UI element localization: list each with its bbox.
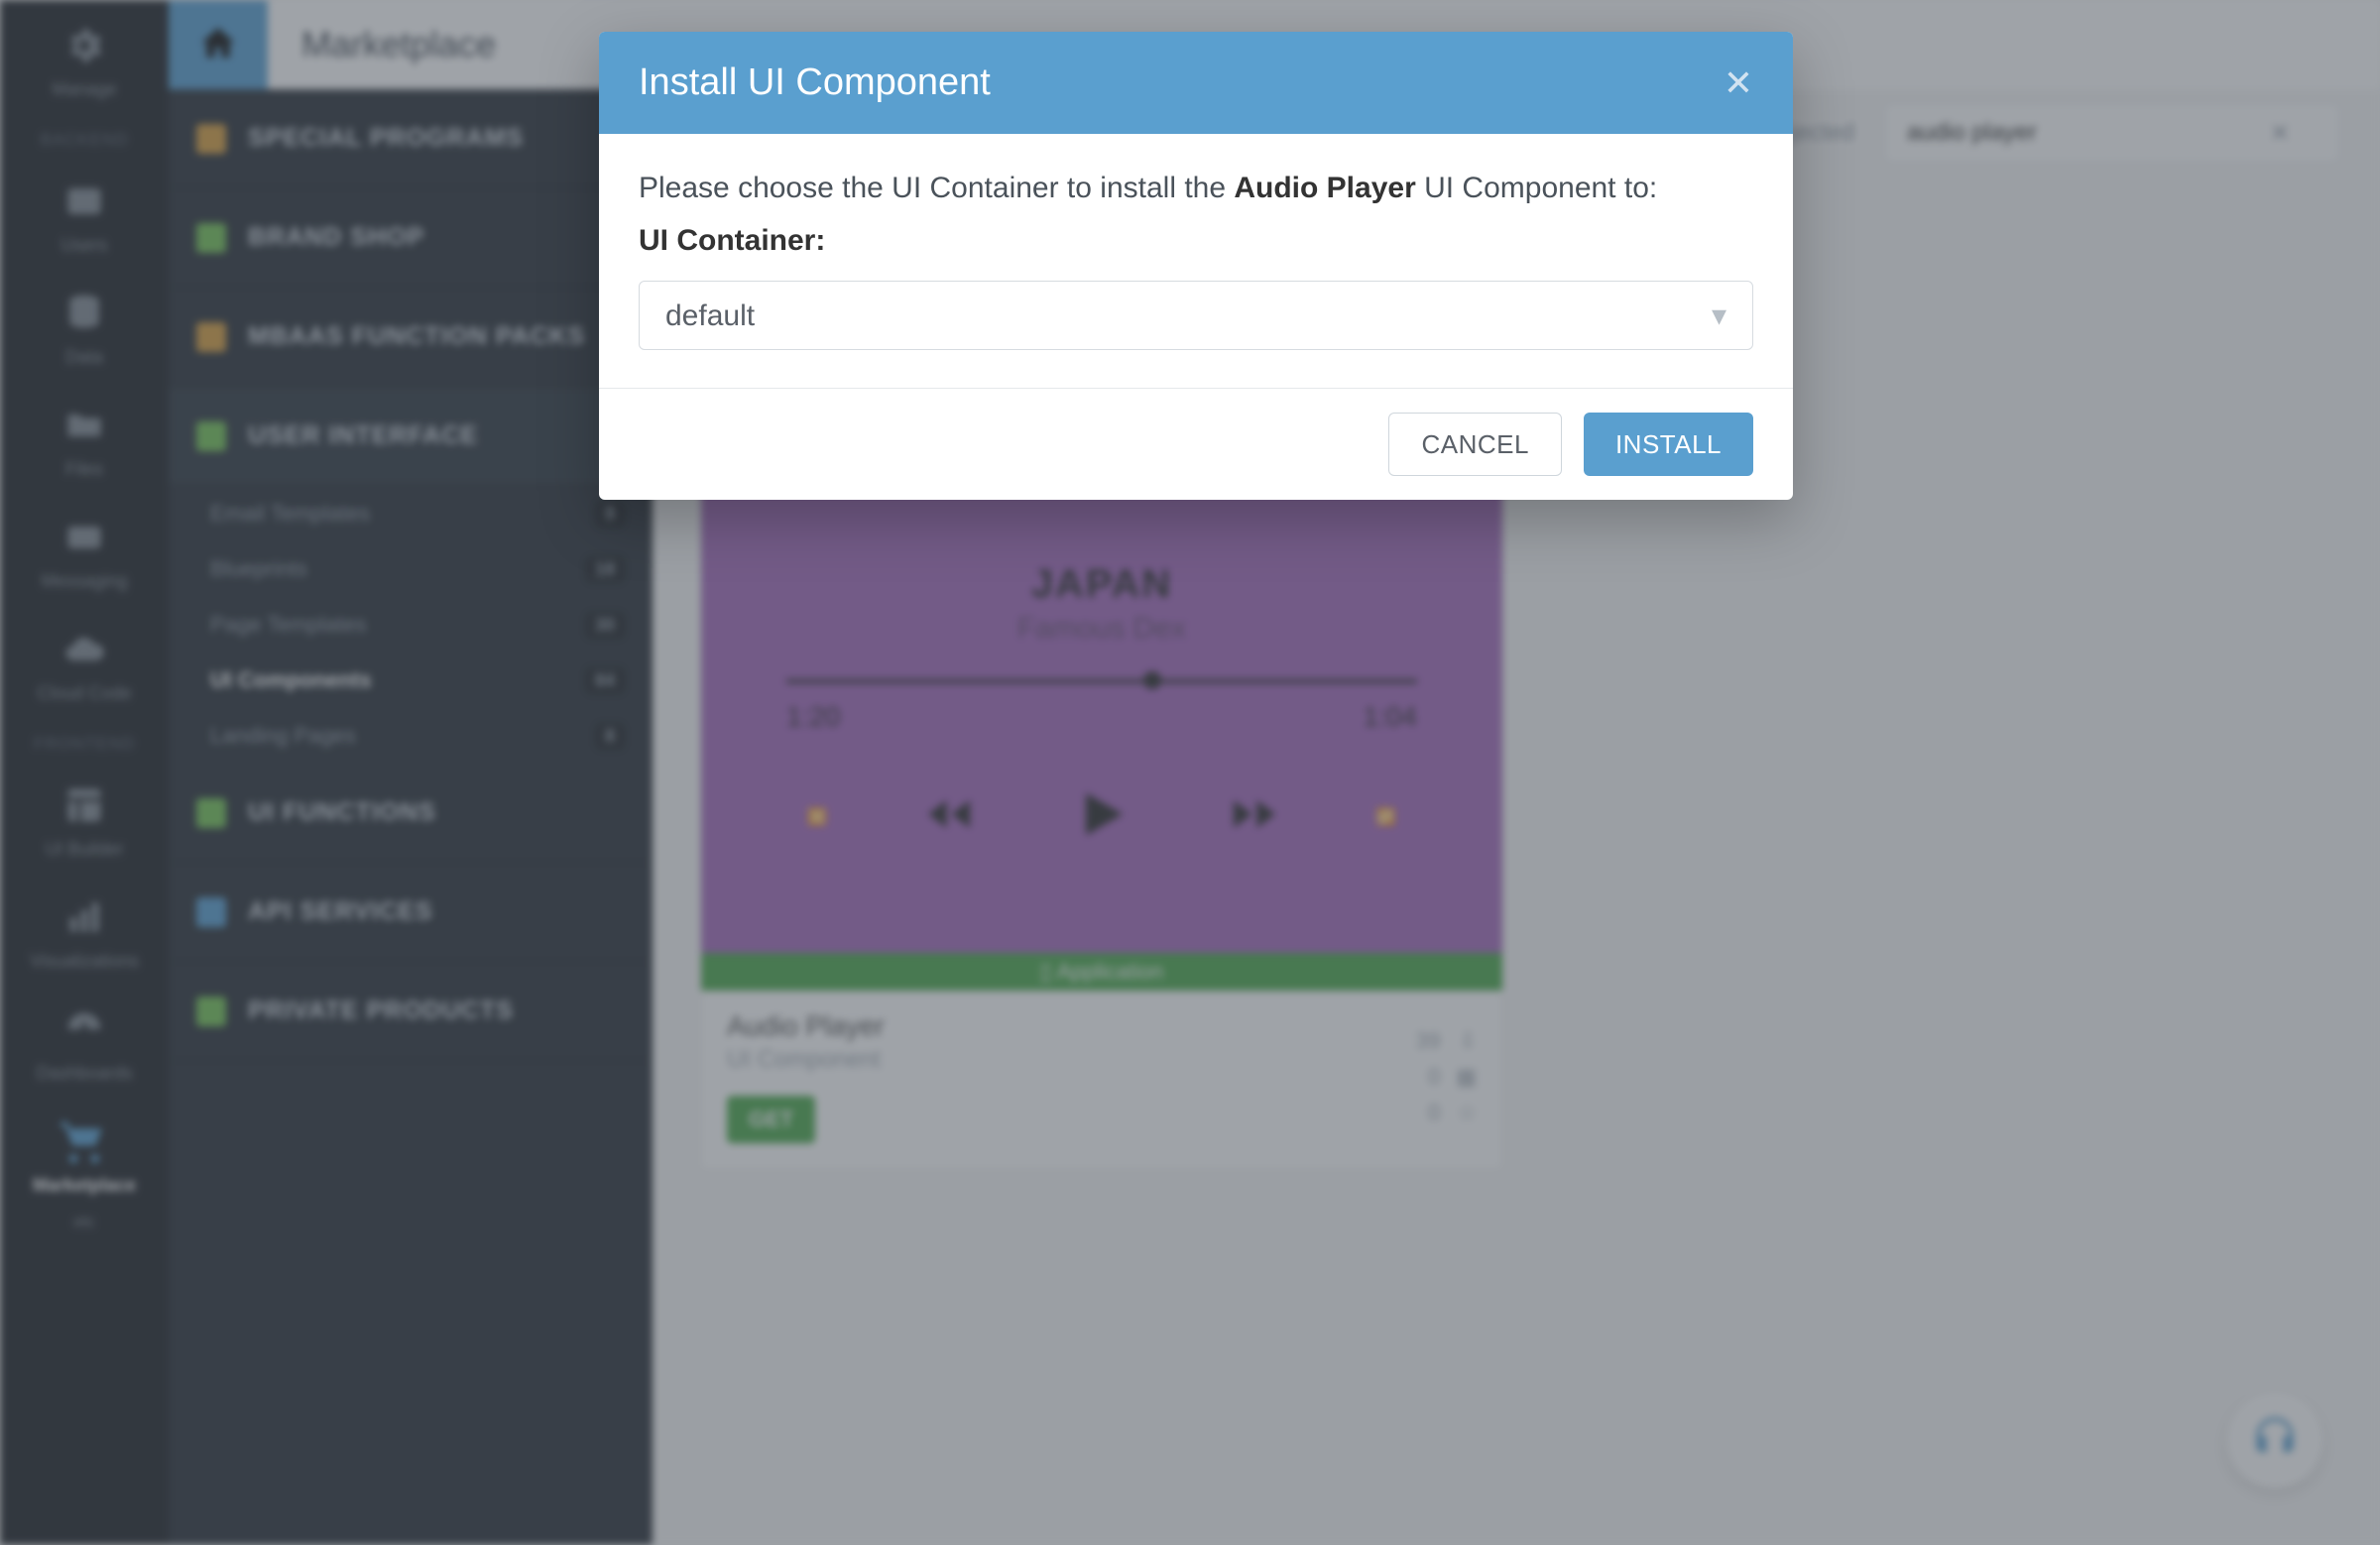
message-prefix: Please choose the UI Container to instal… xyxy=(639,172,1234,204)
ui-container-select[interactable]: default ▾ xyxy=(639,281,1753,350)
modal-message: Please choose the UI Container to instal… xyxy=(639,166,1753,210)
install-button[interactable]: INSTALL xyxy=(1584,413,1753,476)
close-button[interactable]: ✕ xyxy=(1724,62,1753,104)
select-value: default xyxy=(665,294,755,338)
modal-header: Install UI Component ✕ xyxy=(599,32,1793,134)
install-modal: Install UI Component ✕ Please choose the… xyxy=(599,32,1793,500)
cancel-button[interactable]: CANCEL xyxy=(1388,413,1561,476)
chevron-down-icon: ▾ xyxy=(1712,294,1726,338)
message-component-name: Audio Player xyxy=(1234,172,1415,204)
select-label: UI Container: xyxy=(639,224,825,257)
modal-body: Please choose the UI Container to instal… xyxy=(599,134,1793,388)
message-suffix: UI Component to: xyxy=(1416,172,1657,204)
modal-footer: CANCEL INSTALL xyxy=(599,388,1793,500)
modal-title: Install UI Component xyxy=(639,61,991,104)
close-icon: ✕ xyxy=(1724,62,1753,103)
